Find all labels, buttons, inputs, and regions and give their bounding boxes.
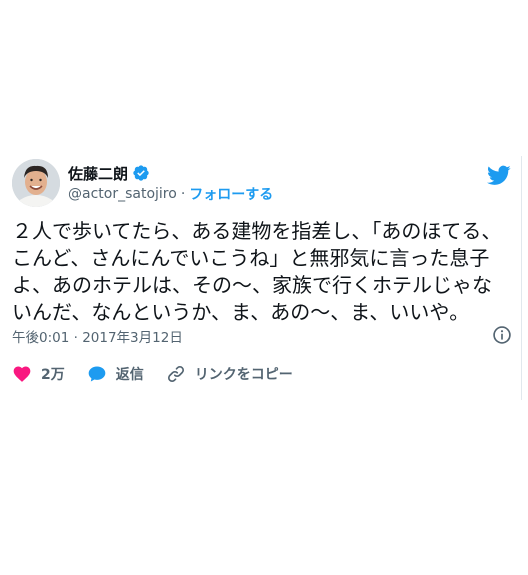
display-name[interactable]: 佐藤二朗 bbox=[68, 163, 128, 184]
heart-icon bbox=[13, 366, 31, 382]
tweet-actions: 2万 返信 リンクをコピー bbox=[12, 363, 315, 385]
like-button[interactable]: 2万 bbox=[12, 364, 65, 384]
handle-row: @actor_satojiro · フォローする bbox=[68, 184, 273, 204]
avatar[interactable] bbox=[12, 159, 60, 207]
verified-badge-icon bbox=[133, 165, 149, 181]
tweet-text: ２人で歩いてたら、ある建物を指差し、「あのほてる、 こんど、さんにんでいこうね」… bbox=[12, 218, 512, 326]
like-count: 2万 bbox=[41, 367, 65, 383]
tweet-text-line: こんど、さんにんでいこうね」と無邪気に言った息子 bbox=[12, 246, 490, 270]
reply-bubble-icon bbox=[88, 366, 106, 382]
name-row: 佐藤二朗 bbox=[68, 162, 150, 184]
tweet-text-line: いんだ、なんというか、ま、あの〜、ま、いいや。 bbox=[12, 300, 470, 324]
twitter-bird-icon[interactable] bbox=[487, 163, 511, 187]
tweet-text-line: ２人で歩いてたら、ある建物を指差し、「あのほてる、 bbox=[12, 219, 502, 243]
copy-link-button[interactable]: リンクをコピー bbox=[166, 364, 293, 384]
copy-link-label: リンクをコピー bbox=[194, 367, 293, 383]
tweet-text-line: よ、あのホテルは、その〜、家族で行くホテルじゃな bbox=[12, 273, 492, 297]
separator-dot: · bbox=[180, 186, 186, 202]
user-handle[interactable]: @actor_satojiro bbox=[68, 186, 177, 202]
tweet-timestamp[interactable]: 午後0:01 · 2017年3月12日 bbox=[12, 326, 183, 346]
reply-button[interactable]: 返信 bbox=[87, 364, 144, 384]
info-icon[interactable] bbox=[492, 325, 512, 345]
avatar-portrait bbox=[12, 159, 60, 207]
reply-label: 返信 bbox=[115, 367, 144, 383]
link-icon bbox=[167, 365, 184, 383]
tweet-embed-card: 佐藤二朗 @actor_satojiro · フォローする ２人で歩いてたら、あ… bbox=[0, 156, 522, 400]
follow-button[interactable]: フォローする bbox=[189, 184, 273, 204]
tweet-meta: 午後0:01 · 2017年3月12日 bbox=[12, 325, 512, 346]
tweet-header: 佐藤二朗 @actor_satojiro · フォローする bbox=[12, 159, 517, 209]
